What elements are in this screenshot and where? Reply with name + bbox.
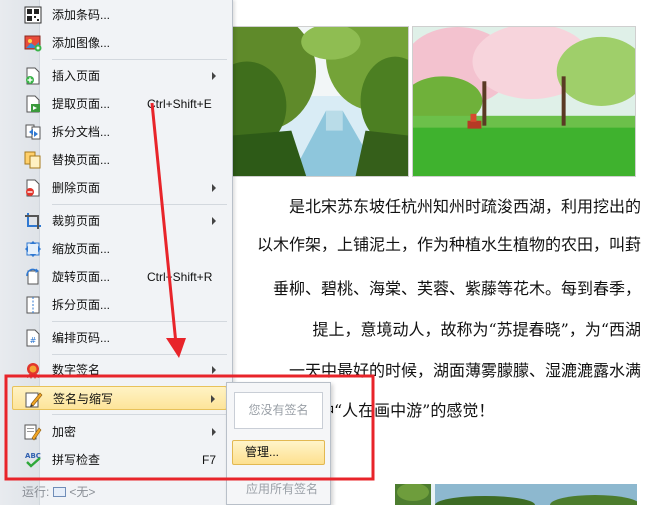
menu-separator [52, 59, 227, 60]
menu-item-rotate-page[interactable]: 旋转页面... Ctrl+Shift+R [12, 265, 227, 289]
spell-check-icon: ABC [24, 451, 42, 469]
menu-item-signature-initials[interactable]: 签名与缩写 [12, 386, 227, 410]
menu-item-extract-page[interactable]: 提取页面... Ctrl+Shift+E [12, 92, 227, 116]
insert-page-icon [24, 67, 42, 85]
submenu-arrow-icon [212, 184, 216, 192]
split-page-icon [24, 296, 42, 314]
menu-item-add-barcode[interactable]: 添加条码... [12, 3, 227, 27]
signature-pen-icon [25, 390, 43, 408]
menu-item-delete-page[interactable]: 删除页面 [12, 176, 227, 200]
menu-item-split-document[interactable]: 拆分文档... [12, 120, 227, 144]
signature-submenu: 您没有签名 管理... 应用所有签名 [226, 382, 331, 505]
submenu-arrow-icon [212, 217, 216, 225]
menu-separator [52, 354, 227, 355]
crop-page-icon [24, 212, 42, 230]
no-signature-placeholder: 您没有签名 [234, 392, 323, 429]
bottom-photo [395, 484, 637, 505]
menu-item-replace-page[interactable]: 替换页面... [12, 148, 227, 172]
apply-all-signatures-item[interactable]: 应用所有签名 [246, 480, 318, 497]
replace-page-icon [24, 151, 42, 169]
menu-item-page-numbering[interactable]: # 编排页码... [12, 326, 227, 350]
submenu-arrow-icon [212, 72, 216, 80]
submenu-arrow-icon [212, 366, 216, 374]
barcode-icon [24, 6, 42, 24]
menu-item-scale-page[interactable]: 缩放页面... [12, 237, 227, 261]
menu-separator [52, 414, 227, 415]
extract-page-icon [24, 95, 42, 113]
run-label: 运行: [22, 485, 50, 499]
menu-separator [52, 321, 227, 322]
menu-separator [52, 204, 227, 205]
split-document-icon [24, 123, 42, 141]
rotate-page-icon [24, 268, 42, 286]
run-status-footer: 运行: <无> [22, 483, 95, 500]
menu-item-encrypt[interactable]: 加密 [12, 420, 227, 444]
menu-item-digital-signature[interactable]: 数字签名 [12, 358, 227, 382]
encrypt-icon [24, 423, 42, 441]
submenu-arrow-icon [212, 428, 216, 436]
page-numbering-icon: # [24, 329, 42, 347]
park-photo [412, 26, 636, 177]
add-image-icon [24, 34, 42, 52]
manage-button[interactable]: 管理... [232, 440, 325, 465]
window-icon [53, 487, 67, 497]
menu-item-spell-check[interactable]: ABC 拼写检查 F7 [12, 448, 227, 472]
run-value: <无> [69, 485, 96, 499]
page-menu: 添加条码... 添加图像... 插入页面 提取页面... Ctrl+Shift+… [0, 0, 233, 505]
scale-page-icon [24, 240, 42, 258]
river-photo [231, 26, 409, 177]
digital-signature-icon [24, 361, 42, 379]
submenu-arrow-icon [211, 395, 215, 403]
menu-item-crop-page[interactable]: 裁剪页面 [12, 209, 227, 233]
menu-item-split-page[interactable]: 拆分页面... [12, 293, 227, 317]
svg-text:#: # [30, 336, 37, 345]
menu-item-add-image[interactable]: 添加图像... [12, 31, 227, 55]
delete-page-icon [24, 179, 42, 197]
menu-item-insert-page[interactable]: 插入页面 [12, 64, 227, 88]
